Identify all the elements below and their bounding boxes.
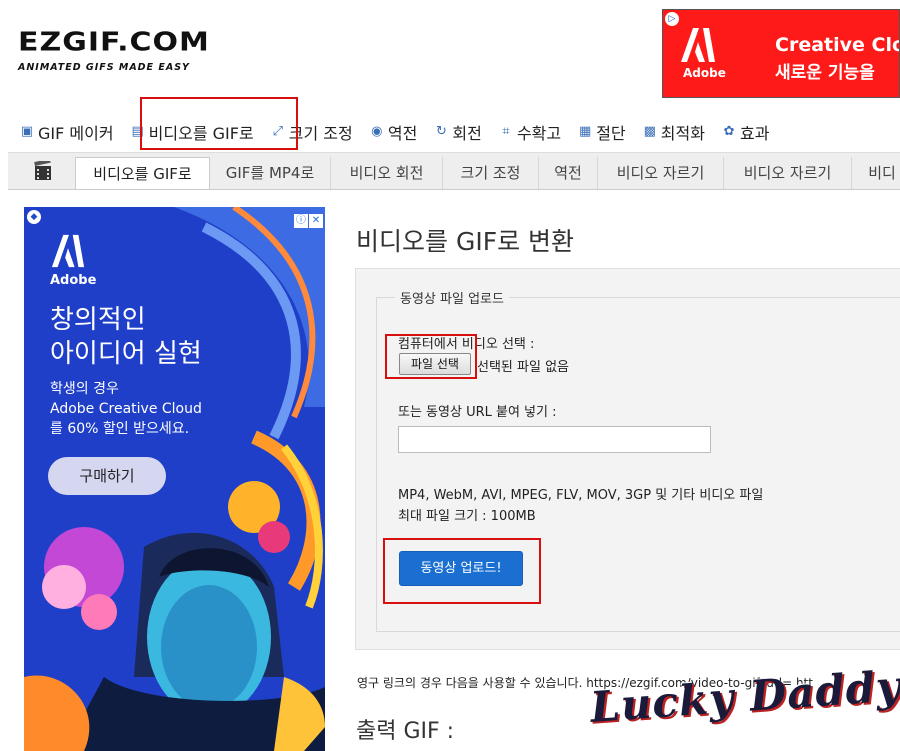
video-icon: ▤	[131, 124, 144, 139]
watermark-signature: Lucky Daddy	[588, 661, 900, 732]
nav-rotate[interactable]: ↻ 회전	[434, 118, 482, 146]
nav-label: 크기 조정	[288, 124, 353, 143]
adobe-logo-icon	[681, 28, 715, 62]
nav-cut[interactable]: ▦ 절단	[578, 118, 626, 146]
subtab-crop-video[interactable]: 비디오 자르기	[598, 157, 724, 189]
ad-buy-button[interactable]: 구매하기	[48, 457, 166, 495]
ad-choices-icon[interactable]: ◆	[27, 210, 41, 224]
main-nav: ▣ GIF 메이커 ▤ 비디오를 GIF로 ⤢ 크기 조정 ◉ 역전 ↻ 회전 ⌗ 수확고 …	[20, 118, 900, 146]
nav-effects[interactable]: ✿ 효과	[722, 118, 770, 146]
film-icon	[34, 161, 51, 180]
ad-headline-line2: 아이디어 실현	[50, 339, 202, 369]
ad-info-icon[interactable]: ⓘ	[294, 214, 308, 228]
nav-label: 수확고	[516, 124, 562, 143]
side-banner-ad[interactable]: ◆ ⓘ ✕ Adobe 창의적인 아이디어 실현 학생의 경우 Adobe Cre…	[24, 207, 325, 751]
nav-resize[interactable]: ⤢ 크기 조정	[271, 118, 353, 146]
ad-controls: ⓘ ✕	[293, 208, 323, 228]
nav-label: 회전	[452, 124, 482, 143]
no-file-text: 선택된 파일 없음	[477, 360, 569, 375]
ad-headline: 창의적인 아이디어 실현	[50, 303, 202, 371]
resize-icon: ⤢	[272, 124, 283, 139]
nav-optimize[interactable]: ▩ 최적화	[643, 118, 705, 146]
page-title: 비디오를 GIF로 변환	[356, 227, 575, 256]
nav-label: 효과	[740, 124, 770, 143]
ad-brand: Adobe	[50, 273, 97, 288]
nav-video-to-gif[interactable]: ▤ 비디오를 GIF로	[131, 118, 254, 146]
rotate-icon: ↻	[435, 124, 447, 139]
nav-reverse[interactable]: ◉ 역전	[370, 118, 417, 146]
ad-brand: Adobe	[683, 66, 726, 80]
upload-video-button[interactable]: 동영상 업로드!	[399, 551, 523, 586]
logo-text: EZGIF.COM	[18, 27, 210, 58]
output-gif-title: 출력 GIF :	[356, 719, 455, 744]
nav-label: 비디오를 GIF로	[148, 124, 254, 143]
adobe-logo-icon	[51, 234, 85, 268]
ad-close-icon[interactable]: ✕	[309, 214, 323, 228]
choose-file-label: 컴퓨터에서 비디오 선택 :	[398, 337, 535, 352]
sub-nav: 비디오를 GIF로 GIF를 MP4로 비디오 회전 크기 조정 역전 비디오 …	[8, 152, 900, 190]
nav-gif-maker[interactable]: ▣ GIF 메이커	[20, 118, 114, 146]
reverse-icon: ◉	[371, 124, 383, 139]
logo-tagline: ANIMATED GIFS MADE EASY	[18, 62, 190, 73]
ad-body-line1: 학생의 경우	[50, 381, 119, 397]
video-url-input[interactable]	[398, 426, 711, 453]
ad-choices-icon[interactable]: ▷	[665, 12, 679, 26]
optimize-icon: ▩	[643, 124, 656, 139]
url-label: 또는 동영상 URL 붙여 넣기 :	[398, 405, 557, 420]
ad-body-line2: Adobe Creative Cloud	[50, 401, 202, 417]
ad-headline: Creative Clou	[775, 34, 899, 56]
supported-formats-text: MP4, WebM, AVI, MPEG, FLV, MOV, 3GP 및 기타…	[398, 488, 764, 503]
subtab-video-to-gif[interactable]: 비디오를 GIF로	[75, 157, 210, 189]
site-logo[interactable]: EZGIF.COM ANIMATED GIFS MADE EASY	[18, 30, 258, 74]
nav-label: 역전	[387, 124, 418, 143]
upload-panel: 동영상 파일 업로드 컴퓨터에서 비디오 선택 : 파일 선택 선택된 파일 없…	[355, 268, 900, 650]
choose-file-button[interactable]: 파일 선택	[399, 353, 471, 375]
upload-fieldset: 동영상 파일 업로드 컴퓨터에서 비디오 선택 : 파일 선택 선택된 파일 없…	[376, 288, 900, 632]
subtab-more[interactable]: 비디	[852, 157, 900, 189]
ad-body: 학생의 경우 Adobe Creative Cloud 를 60% 할인 받으세…	[50, 379, 202, 439]
max-size-text: 최대 파일 크기 : 100MB	[398, 509, 536, 524]
crop-icon: ⌗	[502, 124, 510, 139]
nav-label: 절단	[596, 124, 626, 143]
top-banner-ad[interactable]: ▷ Adobe Creative Clou 새로운 기능을	[662, 9, 900, 98]
subtab-reverse-video[interactable]: 역전	[539, 157, 598, 189]
subtab-gif-to-mp4[interactable]: GIF를 MP4로	[210, 157, 331, 189]
ad-body-line3: 를 60% 할인 받으세요.	[50, 421, 190, 437]
nav-label: GIF 메이커	[38, 124, 114, 143]
nav-label: 최적화	[660, 124, 705, 143]
effects-icon: ✿	[723, 124, 735, 139]
cut-icon: ▦	[579, 124, 592, 139]
subtab-cut-video[interactable]: 비디오 자르기	[724, 157, 852, 189]
ad-subline: 새로운 기능을	[775, 63, 875, 83]
fieldset-legend: 동영상 파일 업로드	[395, 288, 509, 307]
subtab-resize-video[interactable]: 크기 조정	[443, 157, 539, 189]
subtab-rotate-video[interactable]: 비디오 회전	[331, 157, 443, 189]
ad-headline-line1: 창의적인	[50, 305, 146, 335]
gif-maker-icon: ▣	[20, 124, 34, 139]
nav-crop[interactable]: ⌗ 수확고	[499, 118, 561, 146]
